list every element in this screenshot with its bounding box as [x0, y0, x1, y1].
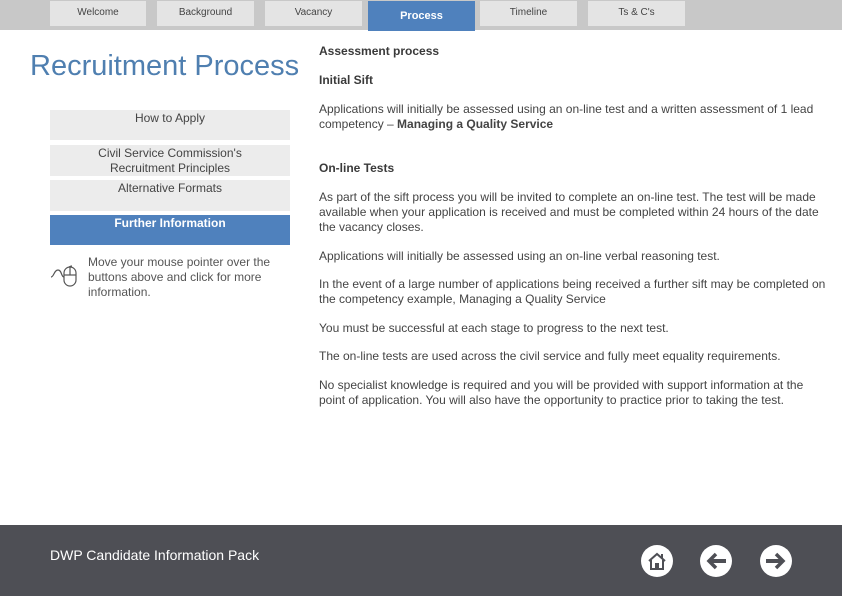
tab-vacancy[interactable]: Vacancy	[265, 1, 362, 26]
tab-timeline[interactable]: Timeline	[480, 1, 577, 26]
paragraph: Applications will initially be assessed …	[319, 249, 720, 263]
tab-background[interactable]: Background	[157, 1, 254, 26]
mouse-icon	[50, 257, 80, 289]
initial-sift-heading: Initial Sift	[319, 73, 373, 87]
paragraph: No specialist knowledge is required and …	[319, 378, 804, 407]
how-to-apply-button[interactable]: How to Apply	[50, 110, 290, 140]
initial-sift-body: Applications will initially be assessed …	[319, 102, 814, 131]
previous-button[interactable]	[700, 545, 732, 577]
page-title: Recruitment Process	[30, 50, 300, 82]
next-button[interactable]	[760, 545, 792, 577]
assessment-heading: Assessment process	[319, 44, 440, 58]
tab-welcome[interactable]: Welcome	[50, 1, 146, 26]
paragraph: You must be successful at each stage to …	[319, 321, 669, 335]
top-navigation-bar: Welcome Background Vacancy Process Timel…	[0, 0, 842, 31]
competency-name: Managing a Quality Service	[397, 117, 554, 131]
tab-process[interactable]: Process	[368, 1, 475, 31]
paragraph: As part of the sift process you will be …	[319, 190, 819, 234]
paragraph: The on-line tests are used across the ci…	[319, 349, 781, 363]
paragraph: In the event of a large number of applic…	[319, 277, 826, 306]
arrow-right-icon	[766, 552, 786, 570]
alternative-formats-button[interactable]: Alternative Formats	[50, 180, 290, 211]
footer-title: DWP Candidate Information Pack	[50, 547, 260, 563]
footer: DWP Candidate Information Pack	[0, 525, 842, 596]
hover-hint: Move your mouse pointer over the buttons…	[50, 255, 290, 305]
content-panel: Assessment process Initial Sift Applicat…	[319, 44, 829, 408]
home-button[interactable]	[641, 545, 673, 577]
recruitment-principles-button[interactable]: Civil Service Commission's Recruitment P…	[50, 145, 290, 176]
arrow-left-icon	[706, 552, 726, 570]
further-information-button[interactable]: Further Information	[50, 215, 290, 245]
tab-ts-and-cs[interactable]: Ts & C's	[588, 1, 685, 26]
online-tests-heading: On-line Tests	[319, 161, 395, 175]
initial-sift-text: Applications will initially be assessed …	[319, 102, 829, 132]
home-icon	[648, 552, 666, 570]
hint-text: Move your mouse pointer over the buttons…	[88, 255, 271, 299]
